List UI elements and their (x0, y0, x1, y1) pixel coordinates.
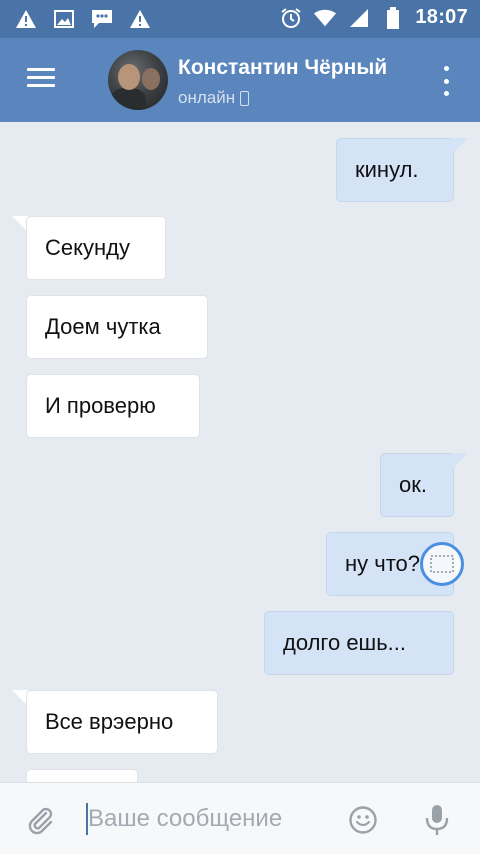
bubble-tail (452, 138, 468, 154)
paperclip-icon[interactable] (26, 805, 56, 835)
contact-status: онлайн (178, 88, 250, 108)
incoming-message[interactable] (26, 769, 138, 782)
more-icon[interactable] (436, 66, 456, 96)
emoji-icon[interactable] (348, 805, 378, 835)
clock-time: 18:07 (415, 6, 468, 28)
warning-icon (128, 8, 152, 30)
battery-icon (381, 6, 405, 29)
message-list[interactable]: кинул. Секунду Доем чутка И проверю ок. … (0, 122, 480, 782)
notification-icons (14, 8, 152, 30)
incoming-message[interactable]: И проверю (26, 374, 200, 438)
avatar[interactable] (108, 50, 168, 110)
message-input[interactable] (86, 801, 326, 837)
bubble-tail (452, 453, 468, 469)
wifi-icon (313, 7, 337, 29)
outgoing-message[interactable]: долго ешь... (264, 611, 454, 675)
phone-icon (240, 90, 250, 106)
outgoing-message[interactable]: кинул. (336, 138, 454, 202)
message-icon (90, 8, 114, 30)
incoming-message[interactable]: Все врэерно (26, 690, 218, 754)
image-icon (52, 8, 76, 30)
incoming-message[interactable]: Секунду (26, 216, 166, 280)
incoming-message[interactable]: Доем чутка (26, 295, 208, 359)
menu-icon[interactable] (24, 64, 60, 96)
contact-name[interactable]: Константин Чёрный (178, 56, 387, 80)
online-status-label: онлайн (178, 88, 236, 107)
warning-icon (14, 8, 38, 30)
status-bar: 18:07 (0, 0, 480, 38)
system-icons: 18:07 (279, 6, 468, 29)
chat-header: Константин Чёрный онлайн (0, 38, 480, 122)
composer-bar (0, 782, 480, 854)
outgoing-message[interactable]: ок. (380, 453, 454, 517)
alarm-icon (279, 7, 303, 29)
loading-indicator-icon (420, 542, 464, 586)
microphone-icon[interactable] (424, 803, 450, 837)
signal-icon (347, 7, 371, 29)
